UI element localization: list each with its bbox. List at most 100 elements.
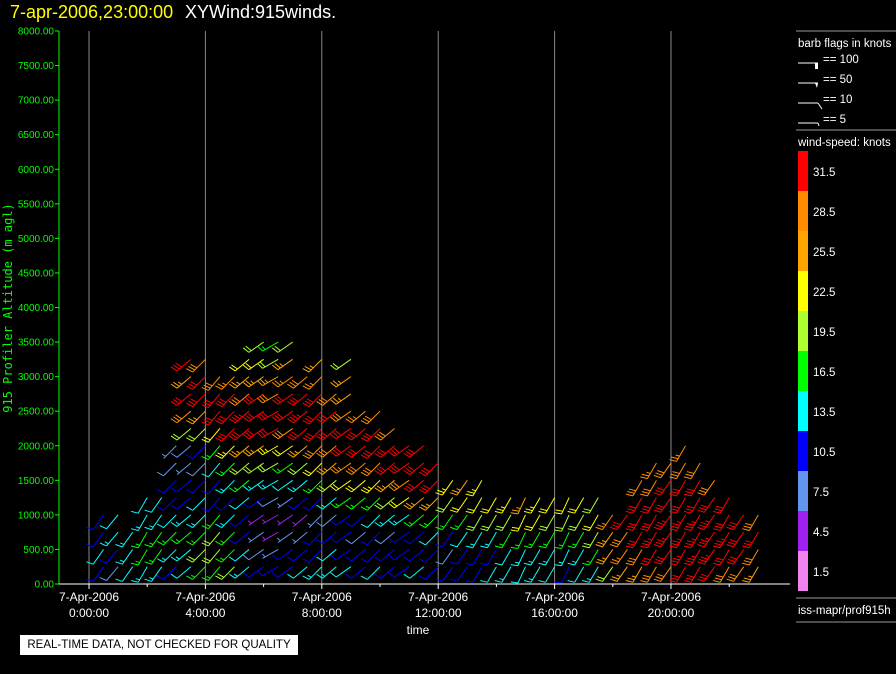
barb-half	[572, 543, 577, 546]
barb-full	[289, 399, 297, 404]
barb-staff	[192, 445, 206, 459]
colorbar-label: 28.5	[813, 207, 835, 219]
barb-full	[611, 558, 619, 563]
barb-full	[360, 419, 368, 425]
barb-full	[289, 416, 297, 422]
colorbar-swatch	[798, 471, 808, 511]
barb-full	[374, 539, 382, 545]
barb-half	[236, 381, 241, 385]
barb-half	[206, 454, 211, 458]
barb-half	[748, 575, 753, 578]
colorbar-swatch	[798, 191, 808, 231]
barb-full	[144, 561, 152, 565]
barb-full	[567, 580, 575, 583]
barb-full	[625, 493, 634, 497]
barb-full	[685, 508, 693, 512]
barb-half	[149, 559, 154, 563]
barb-half	[236, 450, 241, 454]
barb-full	[451, 507, 459, 511]
barb-full	[655, 489, 663, 494]
barb-full	[554, 564, 562, 567]
barb-half	[470, 543, 475, 546]
barb-full	[643, 523, 651, 526]
barb-staff	[92, 566, 104, 582]
barb-full	[728, 558, 736, 563]
barb-staff	[106, 566, 119, 581]
barb-full	[625, 545, 634, 549]
colorbar: 31.5 28.5 25.5 22.5 19.5 16.5 13.5 10.5 7.5 4.5 1.…	[798, 151, 835, 591]
barb-full	[186, 575, 193, 580]
barb-full	[627, 560, 635, 563]
barb-full	[228, 452, 236, 458]
barb-full	[655, 472, 663, 476]
barb-full	[640, 545, 648, 549]
barb-full	[699, 489, 707, 494]
barb-full	[655, 524, 663, 528]
barb-full	[567, 545, 575, 549]
barb-full	[364, 415, 372, 421]
barb-full	[714, 560, 722, 563]
barb-staff	[163, 479, 177, 494]
barb-full	[451, 489, 459, 494]
barb-full	[423, 484, 430, 490]
barb-full	[640, 493, 648, 497]
barb-full	[287, 470, 294, 476]
barb-full	[203, 384, 211, 389]
barb-full	[641, 560, 650, 563]
barb-half	[161, 453, 166, 457]
barb-full	[289, 381, 297, 387]
y-tick-label: 6000.00	[18, 165, 55, 176]
barb-full	[643, 488, 651, 492]
barb-full	[345, 470, 352, 476]
barb-full	[697, 526, 705, 531]
barb-full	[173, 364, 180, 370]
barb-full	[716, 523, 724, 526]
barb-half	[676, 521, 682, 524]
barb-half	[661, 520, 667, 523]
barb-full	[228, 556, 236, 562]
barb-full	[700, 539, 708, 543]
barb-full	[686, 488, 695, 492]
barb-full	[672, 523, 680, 526]
barb-full	[714, 525, 722, 529]
barb-full	[345, 504, 352, 510]
barb-full	[215, 454, 223, 459]
barb-full	[271, 468, 279, 474]
barb-key-item: == 5	[798, 114, 846, 127]
barb-half	[149, 577, 154, 580]
y-tick-label: 1500.00	[18, 476, 55, 487]
barb-full	[217, 573, 225, 578]
barb-half	[542, 543, 548, 546]
barb-full	[729, 573, 738, 578]
barb-full	[465, 528, 473, 531]
barb-full	[287, 573, 294, 579]
barb-full	[655, 558, 663, 563]
barb-full	[670, 491, 679, 494]
barb-full	[287, 418, 294, 424]
barb-half	[307, 574, 312, 578]
barb-full	[231, 416, 238, 422]
barb-full	[627, 491, 635, 494]
y-tick-label: 4000.00	[18, 303, 55, 314]
x-tick-date: 7-Apr-2006	[175, 590, 235, 604]
barb-half	[691, 521, 696, 524]
barb-staff	[394, 531, 410, 543]
barb-full	[287, 556, 294, 562]
barb-staff	[472, 549, 483, 566]
y-tick-label: 8000.00	[18, 27, 55, 38]
barb-full	[449, 492, 458, 496]
barb-legend-title: barb flags in knots	[798, 38, 892, 50]
barb-half	[499, 543, 504, 546]
barb-full	[362, 435, 370, 440]
barb-staff	[486, 549, 497, 566]
barb-staff	[574, 566, 585, 583]
barb-full	[403, 487, 411, 493]
barb-staff	[394, 549, 410, 561]
y-tick-label: 5000.00	[18, 234, 55, 245]
barb-full	[188, 400, 196, 405]
barb-full	[215, 506, 223, 511]
gridlines	[88, 31, 672, 584]
barb-full	[231, 364, 238, 370]
barb-full	[418, 575, 426, 580]
barb-half	[601, 557, 607, 560]
